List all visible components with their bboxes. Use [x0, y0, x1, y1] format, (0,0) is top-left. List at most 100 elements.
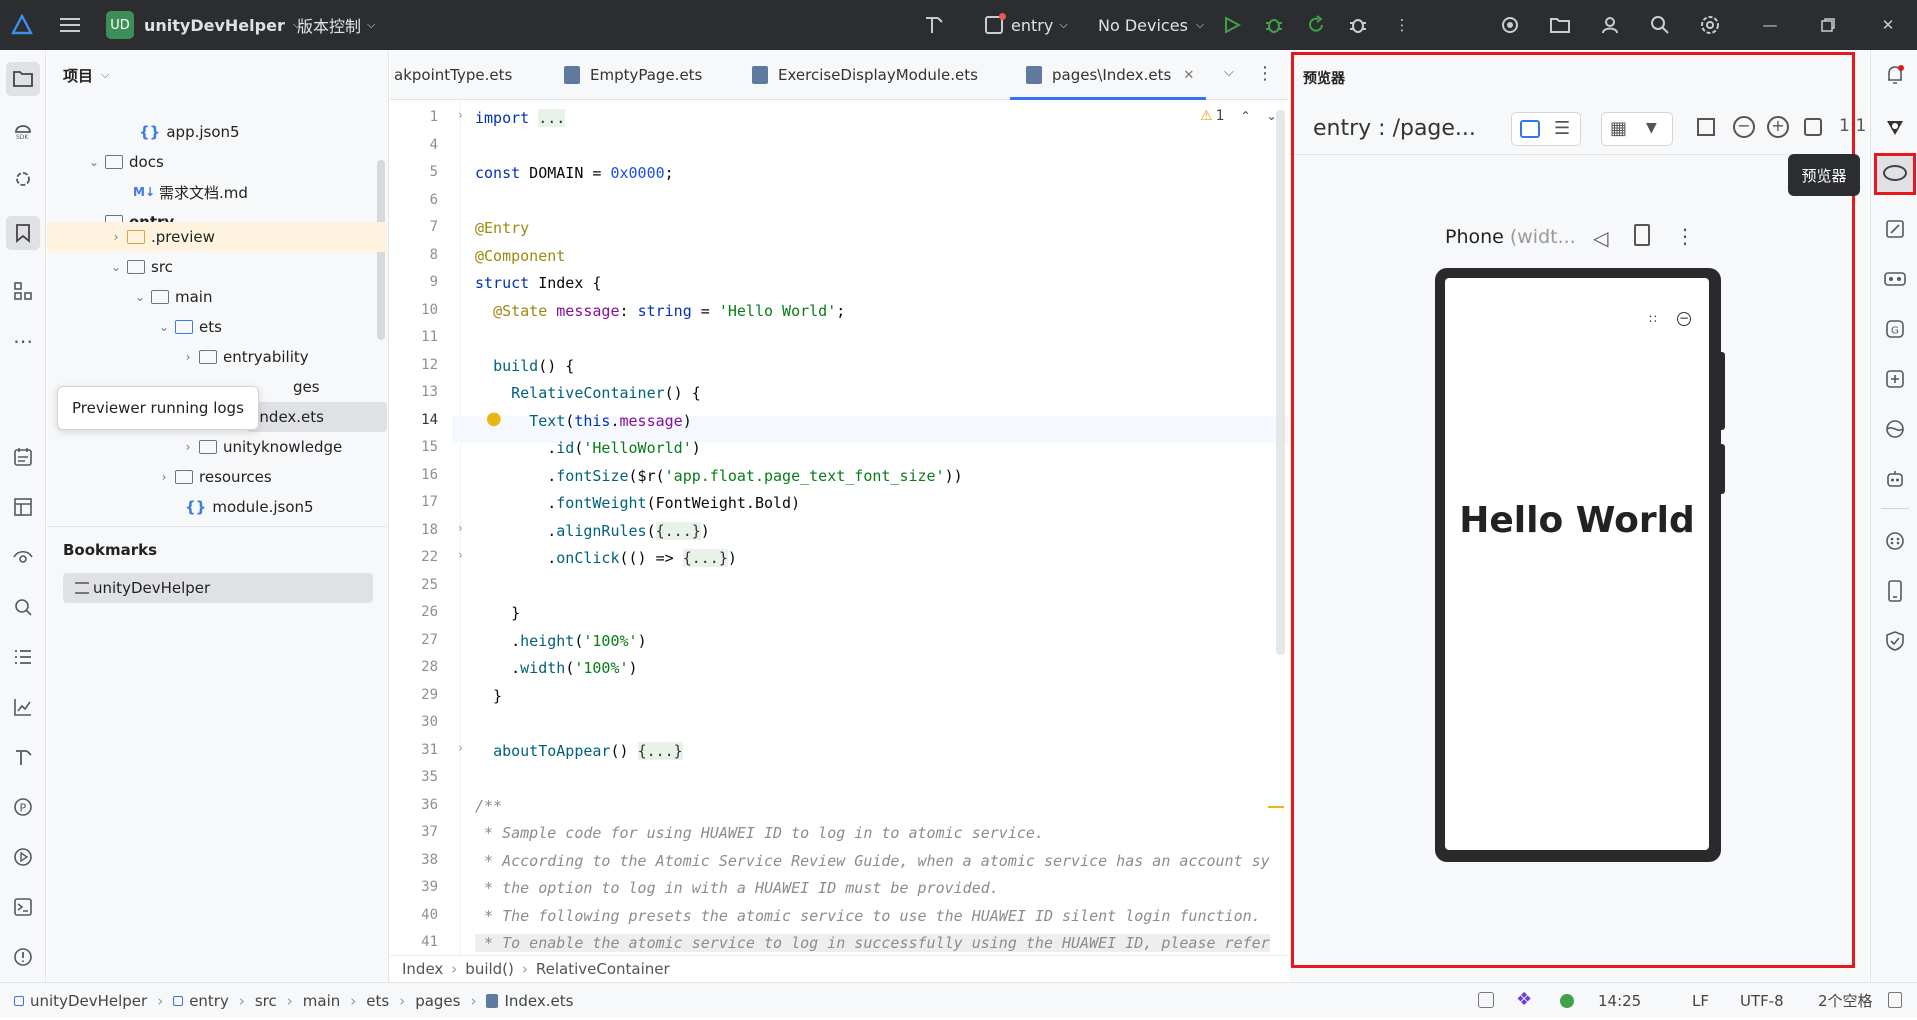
- line-ending[interactable]: LF: [1692, 983, 1709, 1018]
- rerun-icon[interactable]: [1304, 13, 1328, 37]
- chevron-right-icon: ›: [161, 470, 167, 484]
- previewer-logs-icon[interactable]: [10, 444, 36, 470]
- robot-icon[interactable]: [1882, 466, 1908, 492]
- path-item[interactable]: Index.ets: [504, 992, 573, 1010]
- vcs-menu[interactable]: 版本控制 ⌵: [297, 0, 375, 50]
- attach-debugger-icon[interactable]: [1346, 13, 1370, 37]
- project-panel-header[interactable]: 项目 ⌵: [63, 62, 109, 88]
- structure-icon[interactable]: [10, 278, 36, 304]
- tab-empty-page[interactable]: EmptyPage.ets: [564, 50, 702, 100]
- tree-item-unityknowledge[interactable]: › unityknowledge: [181, 433, 343, 461]
- previewer-toggle-button[interactable]: [1874, 153, 1916, 195]
- path-item[interactable]: main: [303, 992, 340, 1010]
- fold-icon[interactable]: ›: [458, 548, 463, 562]
- shield-check-icon[interactable]: [1882, 628, 1908, 654]
- code-editor[interactable]: ⚠ 1 ⌃ ⌄ 1 4 5 6 7 8 9 10 11 12 13 14 15 …: [390, 100, 1288, 955]
- fold-icon[interactable]: ›: [458, 108, 463, 122]
- more-vertical-icon[interactable]: ⋮: [1256, 63, 1274, 84]
- fold-icon[interactable]: ›: [458, 741, 463, 755]
- path-item[interactable]: src: [255, 992, 277, 1010]
- more-horizontal-icon[interactable]: ⋯: [10, 328, 36, 354]
- main-menu-icon[interactable]: [58, 13, 82, 37]
- notifications-bell-icon[interactable]: [1882, 62, 1908, 88]
- tree-item-entryability[interactable]: › entryability: [181, 343, 309, 371]
- gear-icon[interactable]: [1698, 13, 1722, 37]
- build-icon[interactable]: [10, 744, 36, 770]
- path-item[interactable]: ets: [366, 992, 389, 1010]
- tree-item-main[interactable]: ⌄ main: [133, 283, 213, 311]
- breadcrumb-item[interactable]: build(): [465, 960, 514, 978]
- tab-breakpoint-type[interactable]: akpointType.ets: [394, 50, 512, 100]
- file-encoding[interactable]: UTF-8: [1740, 983, 1784, 1018]
- bookmark-item[interactable]: unityDevHelper: [63, 573, 373, 603]
- more-vertical-icon[interactable]: ⋮: [1390, 13, 1414, 37]
- search-icon[interactable]: [1648, 13, 1672, 37]
- services-icon[interactable]: [10, 844, 36, 870]
- power-save-icon[interactable]: [1478, 992, 1494, 1008]
- run-config-select[interactable]: entry ⌵: [985, 0, 1068, 50]
- path-item[interactable]: entry: [189, 992, 229, 1010]
- restore-icon[interactable]: [1816, 13, 1840, 37]
- list-icon[interactable]: [10, 644, 36, 670]
- ai-assistant-icon[interactable]: ❖: [1516, 989, 1532, 1010]
- layout-icon[interactable]: [10, 494, 36, 520]
- tab-exercise-display-module[interactable]: ExerciseDisplayModule.ets: [752, 50, 978, 100]
- tree-item-app-json5[interactable]: {} app.json5: [139, 118, 240, 146]
- project-view-icon[interactable]: [6, 62, 40, 96]
- bookmarks-icon[interactable]: [6, 216, 40, 250]
- chevron-down-icon[interactable]: ⌄: [1267, 109, 1277, 123]
- tree-item-docs[interactable]: ⌄ docs: [87, 148, 164, 176]
- tree-item-ets[interactable]: ⌄ ets: [157, 313, 222, 341]
- dots-circle-icon[interactable]: [1882, 528, 1908, 554]
- tabs-dropdown-icon[interactable]: ⌵: [1224, 65, 1234, 80]
- tree-item-requirements-md[interactable]: M↓ 需求文档.md: [133, 178, 248, 206]
- tree-item-resources[interactable]: › resources: [157, 463, 272, 491]
- status-ok-icon[interactable]: [1560, 994, 1574, 1008]
- tree-item-preview[interactable]: › .preview: [109, 223, 215, 251]
- path-item[interactable]: unityDevHelper: [30, 992, 147, 1010]
- tree-item-index-ets[interactable]: Index.ets: [255, 403, 324, 431]
- debug-icon[interactable]: [1262, 13, 1286, 37]
- harmony-icon[interactable]: [1882, 114, 1908, 140]
- indent-setting[interactable]: 2个空格: [1818, 983, 1873, 1018]
- close-tab-icon[interactable]: ✕: [1183, 68, 1194, 83]
- tree-item-src[interactable]: ⌄ src: [109, 253, 173, 281]
- g-icon[interactable]: G: [1882, 316, 1908, 342]
- tab-index-ets[interactable]: pages\Index.ets ✕: [1026, 50, 1194, 100]
- problems-p-icon[interactable]: P: [10, 794, 36, 820]
- path-item[interactable]: pages: [415, 992, 460, 1010]
- tree-item-module-json5[interactable]: {} module.json5: [185, 493, 314, 521]
- inspector-icon[interactable]: [10, 544, 36, 570]
- tree-item-pages[interactable]: ges: [293, 373, 320, 401]
- project-switcher[interactable]: UD unityDevHelper ⌵: [106, 0, 301, 50]
- sync-icon[interactable]: [1882, 366, 1908, 392]
- sdk-icon[interactable]: SDK: [10, 116, 36, 142]
- tooltip-text: Previewer running logs: [72, 399, 244, 417]
- vr-icon[interactable]: [1882, 266, 1908, 292]
- breadcrumb-item[interactable]: Index: [402, 960, 443, 978]
- cursor-position[interactable]: 14:25: [1598, 983, 1641, 1018]
- hammer-icon[interactable]: [922, 13, 946, 37]
- chevron-up-icon[interactable]: ⌃: [1240, 109, 1250, 123]
- lock-icon[interactable]: [1888, 992, 1902, 1008]
- target-icon[interactable]: [1498, 13, 1522, 37]
- inspection-widget[interactable]: ⚠ 1 ⌃ ⌄: [1200, 108, 1277, 124]
- profiler-icon[interactable]: [10, 694, 36, 720]
- fold-icon[interactable]: ›: [458, 521, 463, 535]
- search-code-icon[interactable]: [10, 594, 36, 620]
- terminal-icon[interactable]: [10, 894, 36, 920]
- folder-settings-icon[interactable]: [1548, 13, 1572, 37]
- device-select[interactable]: No Devices ⌵: [1098, 0, 1204, 50]
- account-icon[interactable]: [1598, 13, 1622, 37]
- device-manager-icon[interactable]: [1882, 578, 1908, 604]
- line-number: 38: [421, 852, 438, 868]
- run-icon[interactable]: [1220, 13, 1244, 37]
- breadcrumb-item[interactable]: RelativeContainer: [536, 960, 670, 978]
- notes-icon[interactable]: [1882, 216, 1908, 242]
- commit-icon[interactable]: [10, 166, 36, 192]
- minimize-icon[interactable]: —: [1758, 13, 1782, 37]
- info-icon[interactable]: [10, 944, 36, 970]
- editor-scrollbar[interactable]: [1276, 110, 1285, 655]
- globe-icon[interactable]: [1882, 416, 1908, 442]
- close-icon[interactable]: ✕: [1876, 13, 1900, 37]
